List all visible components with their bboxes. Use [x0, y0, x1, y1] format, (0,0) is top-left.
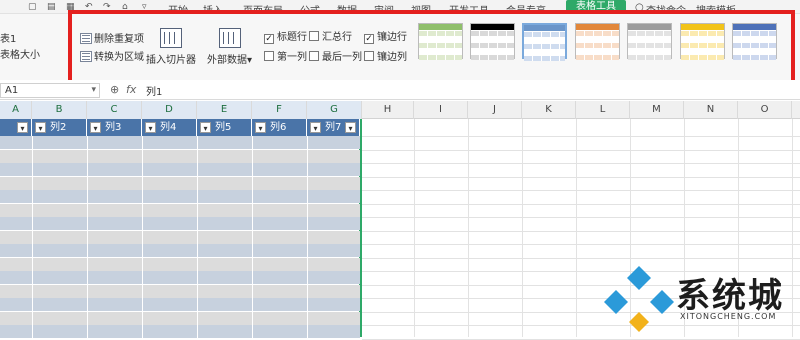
header-label: 列6	[270, 122, 287, 133]
print-icon[interactable]: ▤	[47, 2, 56, 12]
table-header-cell[interactable]: ▾ 列5	[197, 119, 252, 136]
header-label: 列5	[215, 122, 232, 133]
column-header-o[interactable]: O	[738, 101, 792, 119]
watermark-title: 系统城	[676, 276, 784, 316]
table-row[interactable]	[0, 176, 360, 190]
fx-icon[interactable]: fx	[126, 83, 136, 96]
table-header-cell[interactable]: ▾ 列4	[142, 119, 197, 136]
table-header-row: ▾ ▾ 列2 ▾ 列3 ▾ 列4 ▾ 列5 ▾ 列6 ▾ 列7 ▾	[0, 119, 360, 136]
column-headers: ABCDEFGHIJKLMNO	[0, 101, 800, 119]
header-label: 列3	[105, 122, 122, 133]
table-header-cell[interactable]: ▾	[0, 119, 32, 136]
watermark: 系统城 XITONGCHENG.COM	[600, 258, 800, 337]
table-row[interactable]	[0, 298, 360, 311]
filter-dropdown-icon[interactable]: ▾	[35, 122, 46, 133]
header-label: 列7	[325, 122, 342, 133]
watermark-subtitle: XITONGCHENG.COM	[680, 312, 777, 321]
table-row[interactable]	[0, 190, 360, 203]
column-header-m[interactable]: M	[630, 101, 684, 119]
table-row[interactable]	[0, 149, 360, 163]
table-row[interactable]	[0, 244, 360, 257]
filter-dropdown-icon[interactable]: ▾	[255, 122, 266, 133]
table-row[interactable]	[0, 271, 360, 284]
styled-table[interactable]: ▾ ▾ 列2 ▾ 列3 ▾ 列4 ▾ 列5 ▾ 列6 ▾ 列7 ▾	[0, 119, 362, 338]
column-header-h[interactable]: H	[362, 101, 414, 119]
column-header-d[interactable]: D	[142, 101, 197, 119]
name-box[interactable]: A1	[0, 83, 100, 98]
table-row[interactable]	[0, 203, 360, 217]
table-row[interactable]	[0, 284, 360, 298]
header-label: 列2	[50, 122, 67, 133]
column-header-i[interactable]: I	[414, 101, 468, 119]
table-row[interactable]	[0, 230, 360, 244]
column-header-l[interactable]: L	[576, 101, 630, 119]
table-name-value[interactable]: 表1	[0, 30, 16, 45]
watermark-logo	[604, 266, 674, 332]
column-header-f[interactable]: F	[252, 101, 307, 119]
column-header-a[interactable]: A	[0, 101, 32, 119]
table-header-cell[interactable]: ▾ 列7 ▾	[307, 119, 360, 136]
column-header-k[interactable]: K	[522, 101, 576, 119]
column-header-c[interactable]: C	[87, 101, 142, 119]
table-row[interactable]	[0, 311, 360, 325]
resize-table-button[interactable]: 表格大小	[0, 46, 40, 61]
table-row[interactable]	[0, 136, 360, 149]
column-header-j[interactable]: J	[468, 101, 522, 119]
table-header-cell[interactable]: ▾ 列2	[32, 119, 87, 136]
save-icon[interactable]: ▢	[28, 2, 37, 12]
filter-dropdown-icon[interactable]: ▾	[90, 122, 101, 133]
filter-dropdown-icon[interactable]: ▾	[17, 122, 28, 133]
table-row[interactable]	[0, 163, 360, 176]
filter-dropdown-icon[interactable]: ▾	[145, 122, 156, 133]
filter-dropdown-icon[interactable]: ▾	[200, 122, 211, 133]
table-header-cell[interactable]: ▾ 列6	[252, 119, 307, 136]
formula-bar: A1 ⊕ fx 列1	[0, 80, 800, 100]
filter-dropdown-icon[interactable]: ▾	[310, 122, 321, 133]
filter-dropdown-icon[interactable]: ▾	[345, 122, 356, 133]
column-header-g[interactable]: G	[307, 101, 362, 119]
magnify-icon[interactable]: ⊕	[110, 83, 119, 96]
highlight-box	[68, 10, 795, 90]
table-row[interactable]	[0, 217, 360, 230]
column-header-n[interactable]: N	[684, 101, 738, 119]
table-row[interactable]	[0, 325, 360, 338]
header-label: 列4	[160, 122, 177, 133]
column-header-e[interactable]: E	[197, 101, 252, 119]
table-row[interactable]	[0, 257, 360, 271]
formula-input[interactable]: 列1	[146, 83, 162, 98]
table-header-cell[interactable]: ▾ 列3	[87, 119, 142, 136]
column-header-b[interactable]: B	[32, 101, 87, 119]
